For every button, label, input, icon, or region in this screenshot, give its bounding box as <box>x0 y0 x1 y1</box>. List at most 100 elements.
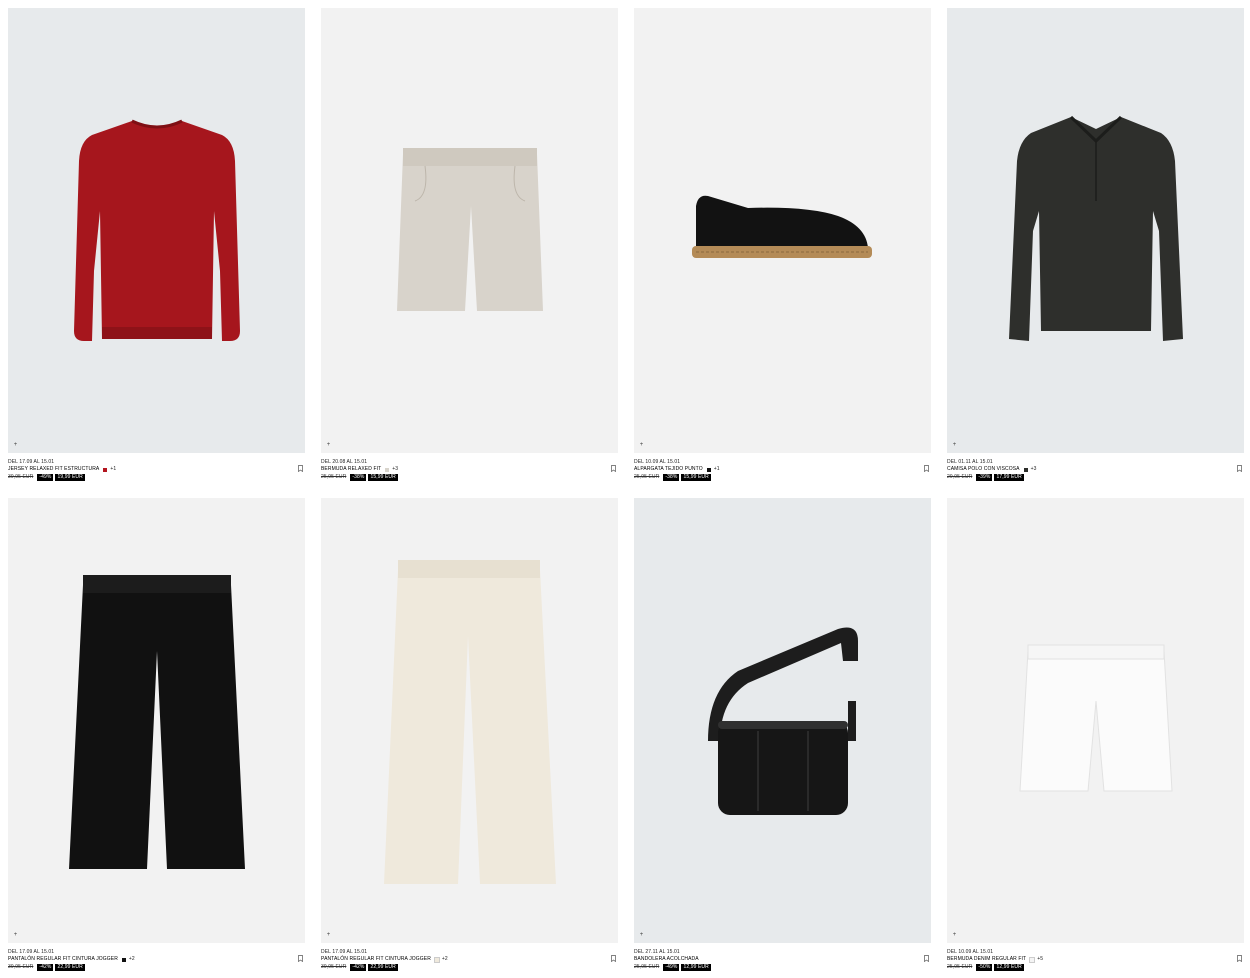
espadrille-image <box>691 195 872 258</box>
color-swatch[interactable] <box>433 956 440 963</box>
promo-dates: DEL 17.09 AL 15.01 <box>8 949 55 955</box>
sale-price: 12,99 EUR <box>994 964 1024 971</box>
more-colors[interactable]: +1 <box>714 466 720 473</box>
promo-dates: DEL 20.08 AL 15.01 <box>321 459 368 465</box>
sale-price: 17,99 EUR <box>994 474 1024 481</box>
product-image[interactable]: + <box>947 498 1244 943</box>
discount-badge: -49% <box>37 474 54 481</box>
polo-shirt-image <box>1008 115 1183 341</box>
promo-dates: DEL 17.09 AL 15.01 <box>321 949 368 955</box>
sale-price: 22,99 EUR <box>55 964 85 971</box>
old-price: 25,95 EUR <box>947 964 973 970</box>
bookmark-icon[interactable] <box>611 955 616 962</box>
bookmark-icon[interactable] <box>924 955 929 962</box>
color-swatch[interactable] <box>706 467 711 472</box>
denim-shorts-image <box>1018 644 1173 791</box>
old-price: 25,95 EUR <box>321 474 347 480</box>
product-name[interactable]: BANDOLERA ACOLCHADA <box>634 956 699 963</box>
bookmark-icon[interactable] <box>298 955 303 962</box>
product-image[interactable]: + <box>321 498 618 943</box>
product-card[interactable]: + DEL 17.09 AL 15.01 PANTALÓN REGULAR FI… <box>321 498 618 972</box>
sale-price: 12,99 EUR <box>681 964 711 971</box>
plus-icon[interactable]: + <box>951 442 958 449</box>
plus-icon[interactable]: + <box>638 932 645 939</box>
product-card[interactable]: + DEL 27.11 AL 15.01 BANDOLERA ACOLCHADA… <box>634 498 931 972</box>
discount-badge: -39% <box>976 474 993 481</box>
crossbody-bag-image <box>707 627 858 815</box>
product-name[interactable]: PANTALÓN REGULAR FIT CINTURA JOGGER <box>321 956 431 963</box>
product-info: DEL 17.09 AL 15.01 PANTALÓN REGULAR FIT … <box>8 943 305 971</box>
plus-icon[interactable]: + <box>12 442 19 449</box>
more-colors[interactable]: +1 <box>110 466 116 473</box>
old-price: 39,95 EUR <box>321 964 347 970</box>
product-info: DEL 10.09 AL 15.01 BERMUDA DENIM REGULAR… <box>947 943 1244 971</box>
product-info: DEL 10.09 AL 15.01 ALPARGATA TEJIDO PUNT… <box>634 453 931 481</box>
color-swatch[interactable] <box>1023 467 1028 472</box>
product-card[interactable]: + DEL 17.09 AL 15.01 JERSEY RELAXED FIT … <box>8 8 305 482</box>
product-card[interactable]: + DEL 01.11 AL 15.01 CAMISA POLO CON VIS… <box>947 8 1244 482</box>
promo-dates: DEL 10.09 AL 15.01 <box>947 949 994 955</box>
more-colors[interactable]: +3 <box>1031 466 1037 473</box>
discount-badge: -42% <box>37 964 54 971</box>
sweater-image <box>73 119 240 341</box>
color-swatch[interactable] <box>121 957 126 962</box>
product-image[interactable]: + <box>321 8 618 453</box>
sale-price: 15,99 EUR <box>368 474 398 481</box>
product-name[interactable]: ALPARGATA TEJIDO PUNTO <box>634 466 703 473</box>
trousers-image <box>68 574 245 869</box>
product-name[interactable]: BERMUDA RELAXED FIT <box>321 466 381 473</box>
more-colors[interactable]: +2 <box>442 956 448 963</box>
bookmark-icon[interactable] <box>1237 465 1242 472</box>
sale-price: 15,99 EUR <box>681 474 711 481</box>
product-name[interactable]: JERSEY RELAXED FIT ESTRUCTURA <box>8 466 99 473</box>
shorts-image <box>396 147 543 311</box>
color-swatch[interactable] <box>103 467 108 472</box>
promo-dates: DEL 01.11 AL 15.01 <box>947 459 993 465</box>
bookmark-icon[interactable] <box>1237 955 1242 962</box>
discount-badge: -38% <box>350 474 367 481</box>
plus-icon[interactable]: + <box>12 932 19 939</box>
product-name[interactable]: CAMISA POLO CON VISCOSA <box>947 466 1020 473</box>
promo-dates: DEL 10.09 AL 15.01 <box>634 459 681 465</box>
product-name[interactable]: BERMUDA DENIM REGULAR FIT <box>947 956 1026 963</box>
plus-icon[interactable]: + <box>638 442 645 449</box>
old-price: 39,95 EUR <box>8 474 34 480</box>
more-colors[interactable]: +5 <box>1037 956 1043 963</box>
promo-dates: DEL 17.09 AL 15.01 <box>8 459 55 465</box>
old-price: 25,95 EUR <box>634 964 660 970</box>
product-card[interactable]: + DEL 17.09 AL 15.01 PANTALÓN REGULAR FI… <box>8 498 305 972</box>
discount-badge: -38% <box>663 474 680 481</box>
trousers-image <box>383 559 556 884</box>
product-card[interactable]: + DEL 10.09 AL 15.01 BERMUDA DENIM REGUL… <box>947 498 1244 972</box>
color-swatch[interactable] <box>385 467 390 472</box>
bookmark-icon[interactable] <box>298 465 303 472</box>
bookmark-icon[interactable] <box>924 465 929 472</box>
old-price: 39,95 EUR <box>8 964 34 970</box>
promo-dates: DEL 27.11 AL 15.01 <box>634 949 680 955</box>
color-swatch[interactable] <box>1029 956 1036 963</box>
product-grid: + DEL 17.09 AL 15.01 JERSEY RELAXED FIT … <box>8 8 1244 972</box>
product-image[interactable]: + <box>947 8 1244 453</box>
sale-price: 19,99 EUR <box>55 474 85 481</box>
plus-icon[interactable]: + <box>325 932 332 939</box>
product-name[interactable]: PANTALÓN REGULAR FIT CINTURA JOGGER <box>8 956 118 963</box>
product-info: DEL 17.09 AL 15.01 PANTALÓN REGULAR FIT … <box>321 943 618 971</box>
plus-icon[interactable]: + <box>325 442 332 449</box>
more-colors[interactable]: +3 <box>392 466 398 473</box>
more-colors[interactable]: +2 <box>129 956 135 963</box>
discount-badge: -49% <box>663 964 680 971</box>
plus-icon[interactable]: + <box>951 932 958 939</box>
product-card[interactable]: + DEL 10.09 AL 15.01 ALPARGATA TEJIDO PU… <box>634 8 931 482</box>
product-image[interactable]: + <box>634 8 931 453</box>
product-image[interactable]: + <box>634 498 931 943</box>
product-image[interactable]: + <box>8 8 305 453</box>
product-info: DEL 17.09 AL 15.01 JERSEY RELAXED FIT ES… <box>8 453 305 481</box>
product-image[interactable]: + <box>8 498 305 943</box>
discount-badge: -42% <box>350 964 367 971</box>
discount-badge: -50% <box>976 964 993 971</box>
old-price: 25,95 EUR <box>634 474 660 480</box>
bookmark-icon[interactable] <box>611 465 616 472</box>
product-card[interactable]: + DEL 20.08 AL 15.01 BERMUDA RELAXED FIT… <box>321 8 618 482</box>
product-info: DEL 01.11 AL 15.01 CAMISA POLO CON VISCO… <box>947 453 1244 481</box>
old-price: 29,95 EUR <box>947 474 973 480</box>
